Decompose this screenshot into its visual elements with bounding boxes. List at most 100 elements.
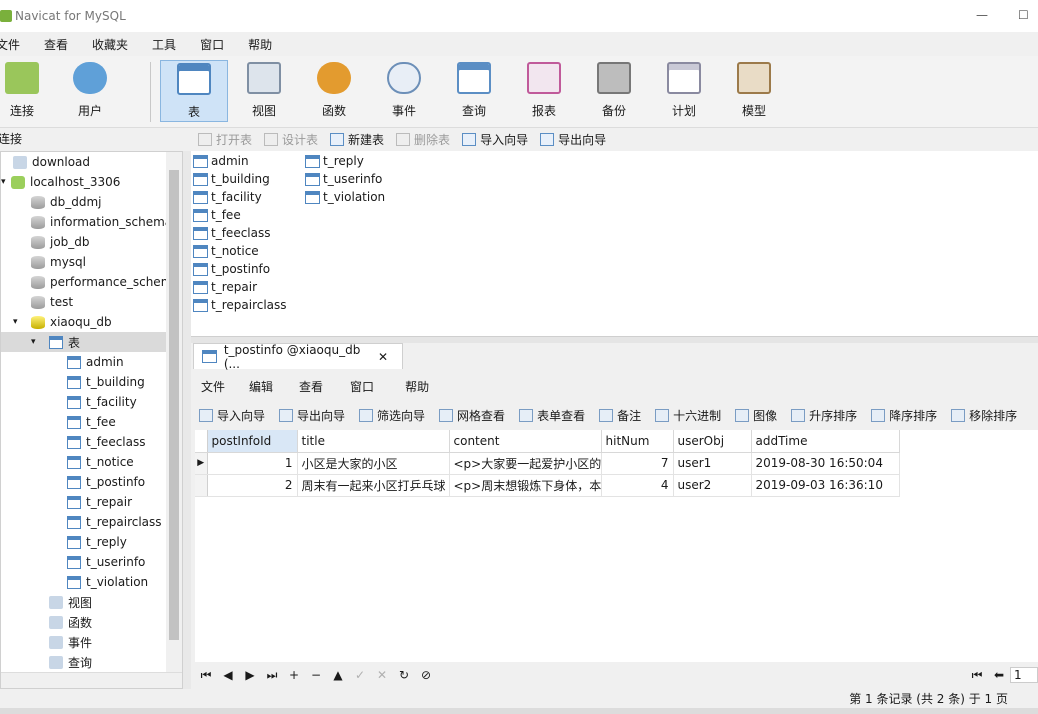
object-list-item[interactable]: t_notice [193,242,259,260]
inner-menu-view[interactable]: 查看 [299,378,323,395]
sort-descending-button[interactable]: 降序排序 [871,407,937,424]
filter-wizard-button[interactable]: 筛选向导 [359,407,425,424]
tree-item-table[interactable]: t_reply [67,532,127,552]
tree-item-xiaoqu-db[interactable]: ▾ xiaoqu_db [13,312,112,332]
tree-item-table[interactable]: admin [67,352,124,372]
image-button[interactable]: 图像 [735,407,777,424]
edit-record-icon[interactable]: ▲ [327,668,349,682]
object-list-item[interactable]: t_facility [193,188,262,206]
import-wizard-button[interactable]: 导入向导 [462,131,528,148]
tree-item-table[interactable]: t_building [67,372,145,392]
tree-item-mysql[interactable]: mysql [31,252,86,272]
object-list-item[interactable]: t_userinfo [305,170,382,188]
column-header[interactable]: content [449,430,602,453]
table-cell[interactable]: user1 [673,452,752,475]
menu-tools[interactable]: 工具 [152,36,176,53]
apply-icon[interactable]: ✓ [349,668,371,682]
inner-menu-window[interactable]: 窗口 [350,378,374,395]
cancel-icon[interactable]: ✕ [371,668,393,682]
table-cell[interactable]: user2 [673,474,752,497]
object-list-item[interactable]: t_fee [193,206,241,224]
object-list-item[interactable]: t_reply [305,152,364,170]
add-record-icon[interactable]: + [283,668,305,682]
table-cell[interactable]: 2019-08-30 16:50:04 [751,452,900,475]
inner-menu-edit[interactable]: 编辑 [249,378,273,395]
tree-item-test[interactable]: test [31,292,73,312]
object-list-item[interactable]: t_repairclass [193,296,287,314]
import-wizard-button[interactable]: 导入向导 [199,407,265,424]
minimize-icon[interactable]: — [976,8,988,22]
column-header[interactable]: userObj [673,430,752,453]
tree-item-tables[interactable]: ▾ 表 [1,332,167,352]
export-wizard-button[interactable]: 导出向导 [540,131,606,148]
first-page-icon[interactable]: ⏮ [966,668,988,683]
new-table-button[interactable]: 新建表 [330,131,384,148]
table-row[interactable]: 2 周末有一起来小区打乒乓球 <p>周末想锻炼下身体，本 4 user2 201… [195,474,900,497]
table-cell[interactable]: 2 [207,474,298,497]
tree-item-performance-schema[interactable]: performance_schem [31,272,172,292]
tree-item-table[interactable]: t_notice [67,452,134,472]
pane-splitter[interactable] [183,151,191,689]
object-list-item[interactable]: t_violation [305,188,385,206]
tree-item-table[interactable]: t_violation [67,572,148,592]
table-cell[interactable]: 2019-09-03 16:36:10 [751,474,900,497]
table-cell[interactable]: <p>大家要一起爱护小区的 [449,452,602,475]
tree-item-table[interactable]: t_feeclass [67,432,145,452]
table-cell[interactable]: 4 [601,474,674,497]
table-cell[interactable]: 周末有一起来小区打乒乓球 [297,474,450,497]
toolbar-event-button[interactable]: 事件 [370,60,438,122]
tree-item-information-schema[interactable]: information_schema [31,212,172,232]
tree-item-table[interactable]: t_facility [67,392,137,412]
tree-item-localhost[interactable]: ▾ localhost_3306 [1,172,120,192]
toolbar-model-button[interactable]: 模型 [720,60,788,122]
menu-view[interactable]: 查看 [44,36,68,53]
tree-item-table[interactable]: t_userinfo [67,552,145,572]
object-list-item[interactable]: t_feeclass [193,224,270,242]
column-header[interactable]: title [297,430,450,453]
inner-menu-help[interactable]: 帮助 [405,378,429,395]
object-list-item[interactable]: t_building [193,170,270,188]
column-header[interactable]: addTime [751,430,900,453]
inner-menu-file[interactable]: 文件 [201,378,225,395]
tree-item-table[interactable]: t_repairclass [67,512,162,532]
table-cell[interactable]: 小区是大家的小区 [297,452,450,475]
tree-item-functions[interactable]: 函数 [49,612,92,632]
tab-t-postinfo[interactable]: t_postinfo @xiaoqu_db (... ✕ [193,343,403,371]
toolbar-report-button[interactable]: 报表 [510,60,578,122]
tree-item-download[interactable]: download [13,152,90,172]
menu-favorites[interactable]: 收藏夹 [92,36,128,53]
column-header[interactable]: hitNum [601,430,674,453]
tree-vertical-scrollbar[interactable] [166,152,182,672]
tree-item-table[interactable]: t_fee [67,412,116,432]
stop-icon[interactable]: ⊘ [415,668,437,682]
close-icon[interactable]: ✕ [378,350,388,364]
design-table-button[interactable]: 设计表 [264,131,318,148]
menu-window[interactable]: 窗口 [200,36,224,53]
tree-item-views[interactable]: 视图 [49,592,92,612]
delete-table-button[interactable]: 删除表 [396,131,450,148]
column-header[interactable]: postInfoId [207,430,298,453]
table-cell[interactable]: <p>周末想锻炼下身体，本 [449,474,602,497]
tree-item-table[interactable]: t_postinfo [67,472,145,492]
delete-record-icon[interactable]: − [305,668,327,682]
tree-horizontal-scrollbar[interactable] [1,672,182,688]
scrollbar-thumb[interactable] [169,170,179,640]
toolbar-schedule-button[interactable]: 计划 [650,60,718,122]
tree-item-events[interactable]: 事件 [49,632,92,652]
remove-sort-button[interactable]: 移除排序 [951,407,1017,424]
toolbar-backup-button[interactable]: 备份 [580,60,648,122]
toolbar-connect-button[interactable]: 连接 [0,60,56,122]
toolbar-table-button[interactable]: 表 [160,60,228,122]
open-table-button[interactable]: 打开表 [198,131,252,148]
table-row[interactable]: ▶ 1 小区是大家的小区 <p>大家要一起爱护小区的 7 user1 2019-… [195,452,900,475]
toolbar-function-button[interactable]: 函数 [300,60,368,122]
object-list-item[interactable]: t_postinfo [193,260,270,278]
tree-item-table[interactable]: t_repair [67,492,132,512]
table-cell[interactable]: 1 [207,452,298,475]
prev-page-icon[interactable]: ⬅ [988,668,1010,682]
form-view-button[interactable]: 表单查看 [519,407,585,424]
memo-button[interactable]: 备注 [599,407,641,424]
first-record-icon[interactable]: ⏮ [195,668,217,683]
last-record-icon[interactable]: ⏭ [261,668,283,683]
maximize-icon[interactable]: ☐ [1018,8,1029,22]
